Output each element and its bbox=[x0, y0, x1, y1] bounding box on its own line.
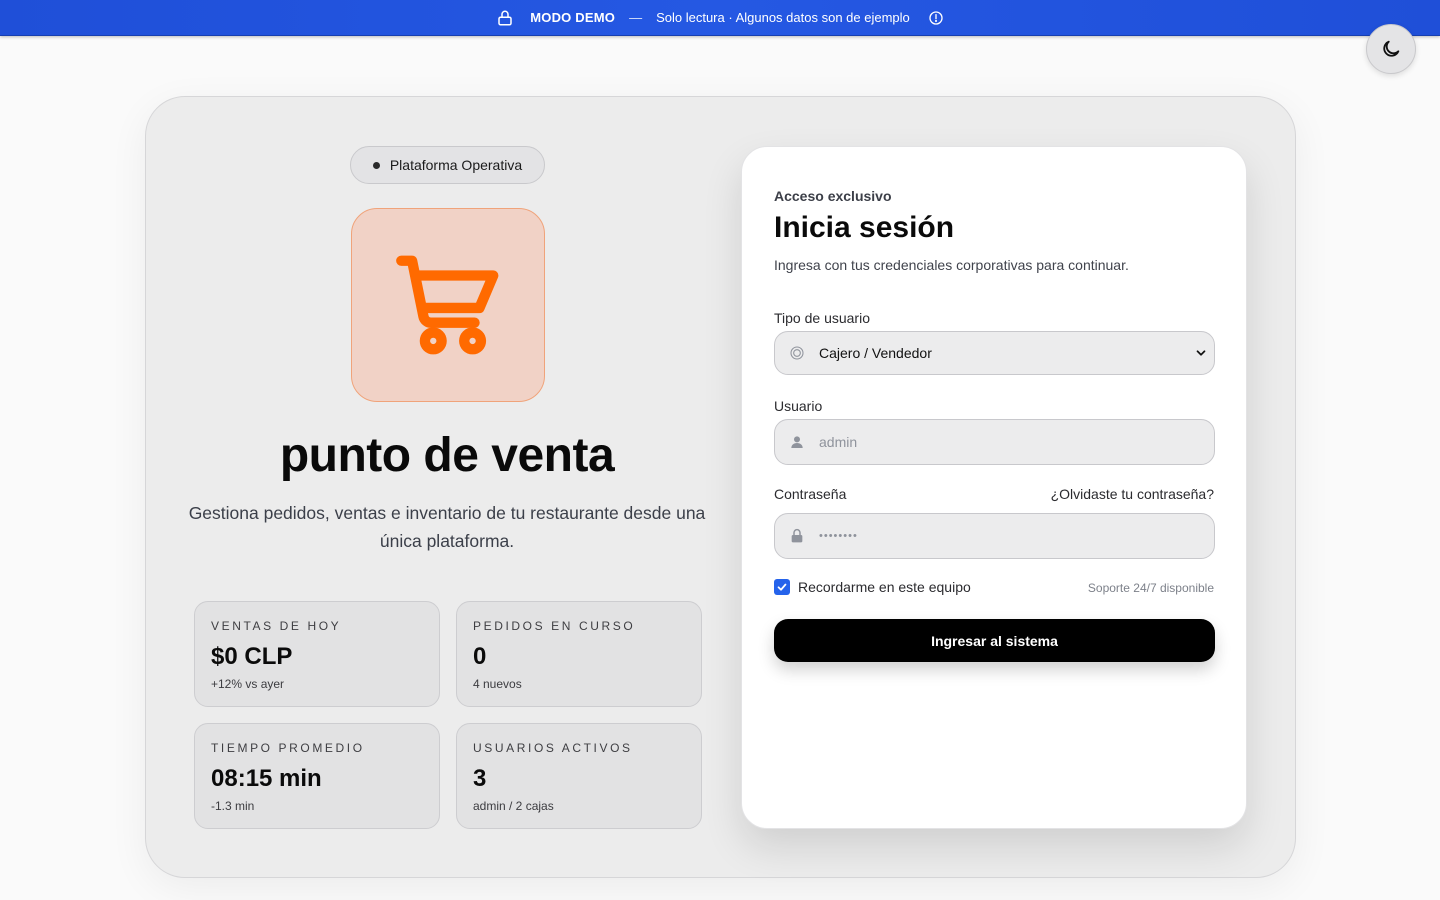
user-type-select[interactable]: Cajero / Vendedor bbox=[774, 331, 1215, 375]
stat-note: 4 nuevos bbox=[473, 677, 522, 691]
login-heading: Inicia sesión bbox=[774, 211, 955, 244]
theme-toggle-button[interactable] bbox=[1366, 24, 1416, 74]
platform-status-pill: Plataforma Operativa bbox=[350, 146, 545, 184]
banner-separator: — bbox=[629, 10, 643, 25]
login-eyebrow: Acceso exclusivo bbox=[774, 188, 892, 204]
username-placeholder: admin bbox=[819, 434, 858, 450]
main-container: Plataforma Operativa punto de venta Gest… bbox=[145, 96, 1296, 878]
stat-card-active-users: Usuarios activos 3 admin / 2 cajas bbox=[456, 723, 702, 829]
chevron-down-icon bbox=[1194, 346, 1208, 360]
stat-label: Pedidos en curso bbox=[473, 619, 636, 633]
stat-note: admin / 2 cajas bbox=[473, 799, 554, 813]
stat-value: $0 CLP bbox=[211, 643, 293, 670]
support-text: Soporte 24/7 disponible bbox=[1087, 581, 1214, 595]
login-description: Ingresa con tus credenciales corporativa… bbox=[774, 257, 1129, 273]
radio-icon bbox=[788, 344, 806, 362]
username-input[interactable]: admin bbox=[774, 419, 1215, 465]
platform-pill-label: Plataforma Operativa bbox=[389, 157, 523, 173]
stat-note: +12% vs ayer bbox=[211, 677, 285, 691]
lock-icon bbox=[496, 9, 514, 27]
stat-label: Ventas de hoy bbox=[211, 619, 342, 633]
demo-banner: MODO DEMO — Solo lectura · Algunos datos… bbox=[0, 0, 1440, 36]
stat-label: Tiempo promedio bbox=[211, 741, 365, 755]
user-type-value: Cajero / Vendedor bbox=[819, 345, 932, 361]
lock-icon bbox=[788, 527, 806, 545]
remember-label: Recordarme en este equipo bbox=[798, 579, 971, 595]
stat-value: 0 bbox=[473, 643, 487, 670]
password-input[interactable]: •••••••• bbox=[774, 513, 1215, 559]
app-subtitle: Gestiona pedidos, ventas e inventario de… bbox=[188, 503, 706, 551]
stat-value: 08:15 min bbox=[211, 765, 322, 792]
remember-me[interactable]: Recordarme en este equipo bbox=[774, 579, 971, 595]
moon-icon bbox=[1380, 38, 1402, 60]
user-icon bbox=[788, 433, 806, 451]
demo-mode-label: MODO DEMO bbox=[530, 10, 616, 25]
stat-card-orders: Pedidos en curso 0 4 nuevos bbox=[456, 601, 702, 707]
stat-note: -1.3 min bbox=[211, 799, 255, 813]
banner-message: Solo lectura · Algunos datos son de ejem… bbox=[656, 10, 910, 25]
forgot-password-link[interactable]: ¿Olvidaste tu contraseña? bbox=[1051, 486, 1214, 502]
brand-logo bbox=[351, 208, 545, 402]
user-type-label: Tipo de usuario bbox=[774, 310, 870, 326]
stat-card-sales: Ventas de hoy $0 CLP +12% vs ayer bbox=[194, 601, 440, 707]
stat-value: 3 bbox=[473, 765, 487, 792]
password-label: Contraseña bbox=[774, 486, 847, 502]
shopping-cart-icon bbox=[389, 246, 507, 364]
app-title: punto de venta bbox=[279, 429, 615, 482]
stat-label: Usuarios activos bbox=[473, 741, 633, 755]
login-card: Acceso exclusivo Inicia sesión Ingresa c… bbox=[741, 146, 1247, 829]
stat-card-avg-time: Tiempo promedio 08:15 min -1.3 min bbox=[194, 723, 440, 829]
info-icon[interactable] bbox=[928, 10, 944, 26]
remember-checkbox[interactable] bbox=[774, 579, 790, 595]
status-dot bbox=[372, 161, 380, 169]
login-submit-button[interactable]: Ingresar al sistema bbox=[774, 619, 1215, 662]
username-label: Usuario bbox=[774, 398, 823, 414]
password-value: •••••••• bbox=[819, 530, 858, 542]
